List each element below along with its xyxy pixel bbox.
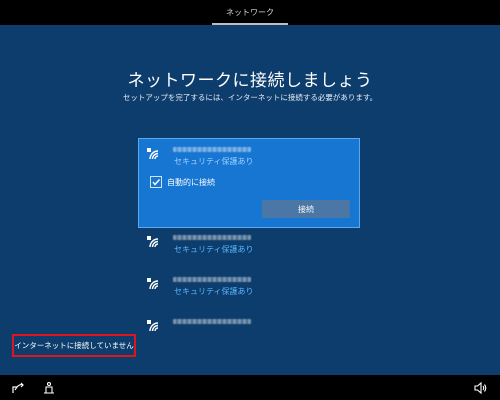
- wifi-secured-icon: [147, 320, 159, 332]
- network-item-4[interactable]: [139, 311, 359, 353]
- tab-network: ネットワーク: [226, 8, 274, 17]
- auto-connect-label: 自動的に接続: [167, 177, 215, 187]
- network-item-3[interactable]: セキュリティ保護あり: [139, 269, 359, 311]
- bottom-bar: [0, 375, 500, 400]
- network-item-1[interactable]: セキュリティ保護あり 自動的に接続 接続: [138, 138, 360, 228]
- network-name-redacted: [173, 319, 251, 324]
- connect-button[interactable]: 接続: [262, 200, 350, 218]
- security-label: セキュリティ保護あり: [174, 245, 254, 254]
- network-name-redacted: [173, 277, 251, 282]
- auto-connect-checkbox[interactable]: [150, 176, 162, 188]
- page-subtitle: セットアップを完了するには、インターネットに接続する必要があります。: [122, 93, 378, 102]
- network-name-redacted: [173, 235, 251, 240]
- volume-icon[interactable]: [473, 381, 487, 395]
- network-list: セキュリティ保護あり 自動的に接続 接続 セキュリティ保護あり セキュリティ保護…: [138, 138, 360, 353]
- wifi-secured-icon: [147, 236, 159, 248]
- security-label: セキュリティ保護あり: [174, 157, 254, 166]
- ease-of-access-icon[interactable]: [11, 381, 25, 395]
- auto-connect[interactable]: 自動的に接続: [150, 176, 215, 188]
- accessibility-icon[interactable]: [42, 381, 56, 395]
- wifi-secured-icon: [147, 278, 159, 290]
- wifi-secured-icon: [147, 148, 159, 160]
- top-bar: ネットワーク: [0, 0, 500, 25]
- checkmark-icon: [152, 179, 161, 186]
- no-internet-link[interactable]: インターネットに接続していません: [12, 334, 136, 357]
- network-item-2[interactable]: セキュリティ保護あり: [139, 227, 359, 269]
- network-name-redacted: [173, 147, 251, 152]
- security-label: セキュリティ保護あり: [174, 287, 254, 296]
- page-title: ネットワークに接続しましょう: [127, 71, 373, 91]
